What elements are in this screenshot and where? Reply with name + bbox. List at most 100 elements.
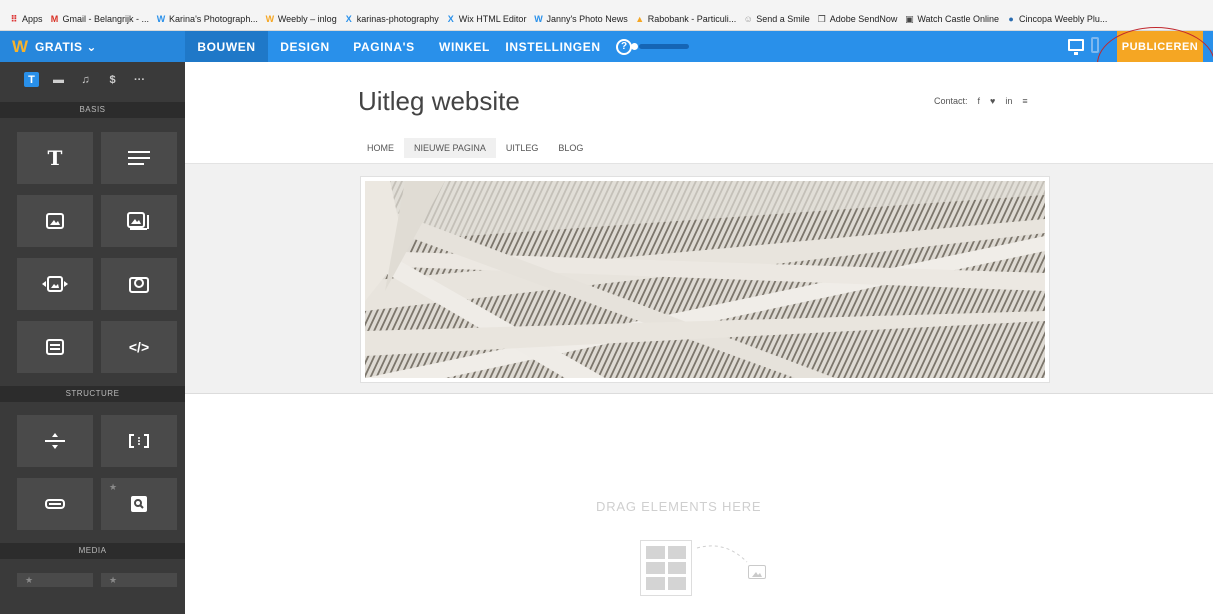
spacer-element[interactable] bbox=[101, 415, 177, 467]
bookmark-item[interactable]: W Janny's Photo News bbox=[533, 14, 628, 24]
bookmark-item[interactable]: Xkarinas-photography bbox=[344, 14, 439, 24]
tab-bouwen[interactable]: BOUWEN bbox=[185, 31, 268, 62]
gallery-slider-icon bbox=[42, 276, 68, 292]
media-elements-tab[interactable]: ♫ bbox=[78, 72, 93, 87]
element-sidebar: T ▬ ♫ $ ··· BASIS T </> STRUCTURE ★ MEDI… bbox=[0, 62, 185, 614]
site-nav-home[interactable]: HOME bbox=[357, 138, 404, 158]
image-text-icon bbox=[127, 212, 149, 230]
wix-icon: X bbox=[345, 14, 352, 24]
premium-star-icon: ★ bbox=[109, 482, 118, 492]
contact-bar: Contact: f ♥ in ≡ bbox=[934, 96, 1028, 106]
text-lines-icon bbox=[128, 151, 150, 165]
adobe-icon: ❐ bbox=[817, 14, 826, 24]
drop-zone-hint: DRAG ELEMENTS HERE bbox=[596, 499, 762, 514]
dashed-arrow-icon bbox=[696, 545, 748, 563]
bookmark-label: Send a Smile bbox=[756, 14, 810, 24]
title-t-icon: T bbox=[47, 146, 63, 170]
twitter-icon[interactable]: ♥ bbox=[990, 96, 995, 106]
bookmark-item[interactable]: ☺ Send a Smile bbox=[743, 14, 810, 24]
bookmark-item[interactable]: W Karina's Photograph... bbox=[156, 14, 258, 24]
help-icon[interactable]: ? bbox=[616, 38, 632, 55]
form-icon bbox=[46, 339, 64, 355]
weebly-logo-icon: W bbox=[12, 36, 29, 56]
media-element-1[interactable]: ★ bbox=[17, 573, 93, 587]
bookmark-item[interactable]: ▲ Rabobank - Particuli... bbox=[635, 14, 737, 24]
mobile-view-icon[interactable] bbox=[1091, 37, 1099, 53]
site-nav-blog[interactable]: BLOG bbox=[548, 138, 593, 158]
bookmark-label: Karina's Photograph... bbox=[169, 14, 258, 24]
plan-label: GRATIS ⌄ bbox=[35, 39, 97, 54]
search-element[interactable]: ★ bbox=[101, 478, 177, 530]
bookmark-item[interactable]: X Wix HTML Editor bbox=[446, 14, 527, 24]
premium-star-icon: ★ bbox=[25, 575, 34, 585]
site-title[interactable]: Uitleg website bbox=[358, 86, 520, 117]
site-navigation: HOME NIEUWE PAGINA UITLEG BLOG bbox=[357, 138, 593, 158]
tab-design[interactable]: DESIGN bbox=[268, 31, 342, 62]
button-element[interactable] bbox=[17, 478, 93, 530]
text-element[interactable] bbox=[101, 132, 177, 184]
text-elements-tab[interactable]: T bbox=[24, 72, 39, 87]
code-icon: </> bbox=[128, 339, 150, 355]
desktop-view-icon[interactable] bbox=[1068, 39, 1084, 55]
gallery-element[interactable] bbox=[17, 258, 93, 310]
layout-elements-tab[interactable]: ▬ bbox=[51, 72, 66, 87]
bookmark-label: Weebly – inlog bbox=[277, 14, 337, 24]
site-header: Uitleg website Contact: f ♥ in ≡ HOME NI… bbox=[185, 62, 1213, 164]
section-basis-label: BASIS bbox=[0, 102, 185, 118]
email-icon[interactable]: ≡ bbox=[1022, 96, 1027, 106]
apps-grid-icon: ⠿ bbox=[10, 14, 18, 24]
image-placeholder-icon bbox=[748, 565, 766, 579]
site-nav-uitleg[interactable]: UITLEG bbox=[496, 138, 549, 158]
divider-icon bbox=[45, 433, 65, 449]
linkedin-icon[interactable]: in bbox=[1005, 96, 1012, 106]
title-element[interactable]: T bbox=[17, 132, 93, 184]
media-element-2[interactable]: ★ bbox=[101, 573, 177, 587]
embed-code-element[interactable]: </> bbox=[101, 321, 177, 373]
bookmark-label: Wix HTML Editor bbox=[458, 14, 527, 24]
site-nav-nieuwe-pagina[interactable]: NIEUWE PAGINA bbox=[404, 138, 496, 158]
site-progress-bar bbox=[631, 43, 689, 50]
section-media-label: MEDIA bbox=[0, 543, 185, 559]
sidebar-category-tabs: T ▬ ♫ $ ··· bbox=[0, 62, 185, 102]
divider-element[interactable] bbox=[17, 415, 93, 467]
image-element[interactable] bbox=[17, 195, 93, 247]
browser-top-strip bbox=[0, 0, 1213, 8]
bookmark-item[interactable]: W Weebly – inlog bbox=[265, 14, 337, 24]
tab-instellingen[interactable]: INSTELLINGEN bbox=[503, 31, 603, 62]
bookmark-label: Watch Castle Online bbox=[917, 14, 1000, 24]
section-structure-label: STRUCTURE bbox=[0, 386, 185, 402]
bookmark-item[interactable]: ▣ Watch Castle Online bbox=[904, 14, 999, 24]
map-pin-icon bbox=[129, 277, 149, 293]
bookmarks-bar: ⠿ Apps M Gmail - Belangrijk - ... W Karina's … bbox=[0, 8, 1213, 31]
bookmark-item[interactable]: M Gmail - Belangrijk - ... bbox=[50, 14, 149, 24]
bookmark-item[interactable]: ⠿ Apps bbox=[9, 14, 42, 24]
spacer-icon bbox=[129, 434, 149, 448]
form-element[interactable] bbox=[17, 321, 93, 373]
hero-image[interactable] bbox=[360, 176, 1050, 383]
commerce-elements-tab[interactable]: $ bbox=[105, 72, 120, 87]
weebly-icon: W bbox=[156, 14, 166, 24]
bookmark-item[interactable]: ❐ Adobe SendNow bbox=[817, 14, 898, 24]
facebook-icon[interactable]: f bbox=[978, 96, 981, 106]
map-element[interactable] bbox=[101, 258, 177, 310]
tab-paginas[interactable]: PAGINA'S bbox=[342, 31, 426, 62]
plan-dropdown[interactable]: W GRATIS ⌄ bbox=[0, 31, 185, 62]
castle-icon: ▣ bbox=[905, 14, 914, 24]
image-text-element[interactable] bbox=[101, 195, 177, 247]
content-area bbox=[185, 164, 1213, 394]
weebly-icon: W bbox=[265, 14, 275, 24]
bookmark-item[interactable]: ● Cincopa Weebly Plu... bbox=[1006, 14, 1107, 24]
bookmark-label: Rabobank - Particuli... bbox=[647, 14, 737, 24]
more-elements-tab[interactable]: ··· bbox=[132, 72, 147, 87]
weebly-icon: W bbox=[534, 14, 543, 24]
tab-winkel[interactable]: WINKEL bbox=[426, 31, 503, 62]
bookmark-label: Adobe SendNow bbox=[829, 14, 898, 24]
cincopa-icon: ● bbox=[1008, 14, 1014, 24]
drop-zone[interactable]: DRAG ELEMENTS HERE bbox=[185, 395, 1213, 614]
bookmark-label: Janny's Photo News bbox=[546, 14, 628, 24]
weebly-top-nav: W GRATIS ⌄ BOUWEN DESIGN PAGINA'S WINKEL… bbox=[0, 31, 1213, 62]
gmail-icon: M bbox=[50, 14, 59, 24]
wix-icon: X bbox=[447, 14, 454, 24]
bookmark-label: Cincopa Weebly Plu... bbox=[1019, 14, 1108, 24]
smile-icon: ☺ bbox=[743, 14, 753, 24]
